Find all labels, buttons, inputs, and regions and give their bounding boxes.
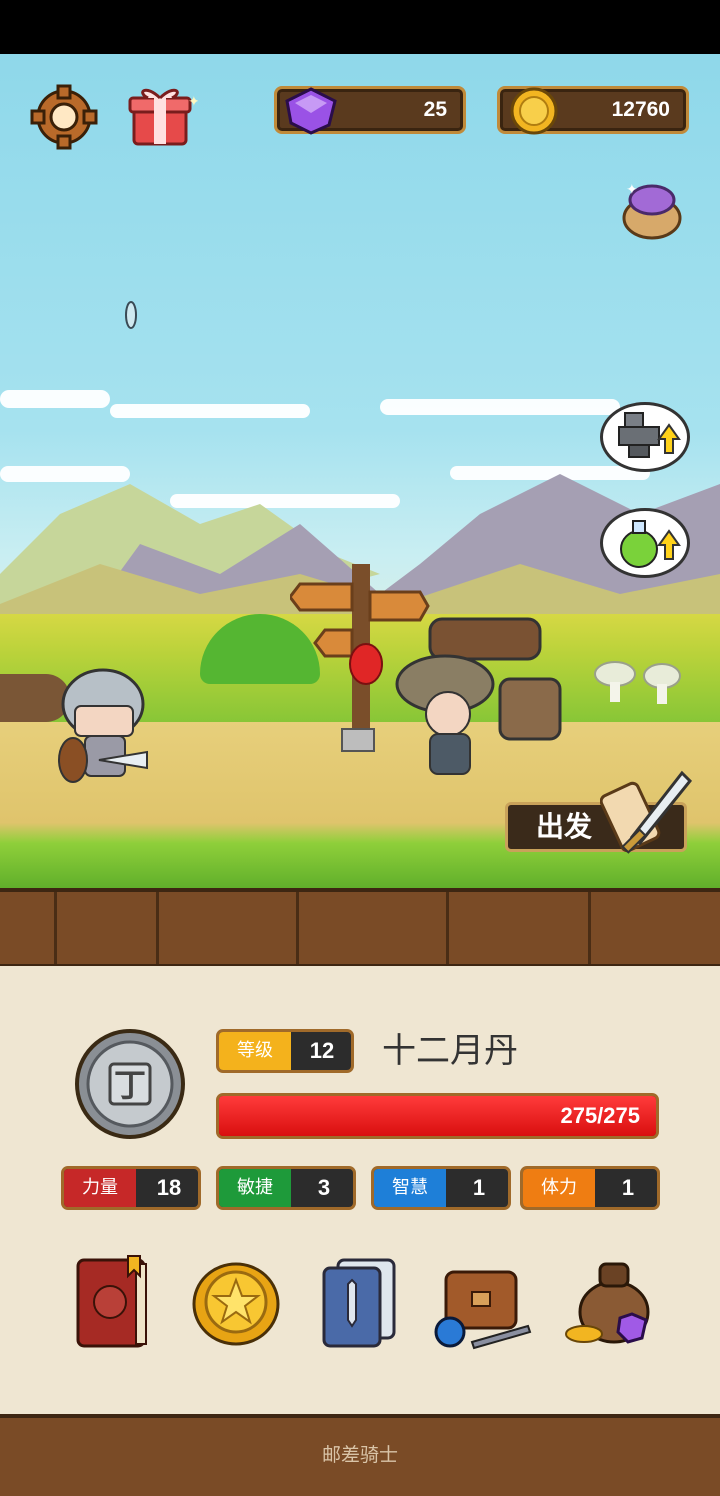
depart-button[interactable]: 出发 (505, 770, 693, 854)
knight-character (58, 668, 148, 783)
skill-cards-icon[interactable] (312, 1254, 408, 1350)
stat-value: 1 (472, 1175, 486, 1200)
feather-icon (125, 301, 137, 329)
depart-label: 出发 (536, 810, 593, 843)
stat-label: 敏捷 (219, 1169, 291, 1207)
gem-counter: 25 (274, 86, 466, 135)
stat-label: 力量 (64, 1169, 136, 1207)
stat-wisdom: 智慧 1 (371, 1166, 511, 1210)
potion-upgrade-button[interactable] (600, 508, 690, 578)
hp-text: 275/275 (560, 1103, 640, 1128)
class-emblem-icon[interactable]: 丁 (74, 1028, 186, 1140)
hp-bar: 275/275 (216, 1093, 659, 1139)
forge-upgrade-button[interactable] (600, 402, 690, 472)
magic-pouch-icon[interactable]: ✦ (622, 176, 686, 240)
stat-stamina: 体力 1 (520, 1166, 660, 1210)
svg-text:丁: 丁 (114, 1066, 146, 1104)
stat-label: 智慧 (374, 1169, 446, 1207)
gold-coin-icon (510, 87, 558, 135)
stat-value: 3 (317, 1175, 331, 1200)
stat-agility: 敏捷 3 (216, 1166, 356, 1210)
svg-text:✦: ✦ (188, 94, 198, 110)
cloud (380, 399, 620, 415)
cloud (0, 390, 110, 408)
merchant-character (395, 617, 562, 775)
gift-box-icon[interactable]: ✦ (126, 84, 200, 148)
cloud (110, 404, 310, 418)
stat-strength: 力量 18 (61, 1166, 201, 1210)
dirt-divider (0, 888, 720, 968)
potion-upgrade-icon (620, 520, 681, 568)
footer-title: 邮差骑士 (321, 1444, 398, 1466)
stat-value: 18 (156, 1175, 182, 1200)
journal-book-icon[interactable] (66, 1254, 162, 1350)
player-name: 十二月丹 (382, 1031, 518, 1071)
anvil-upgrade-icon (618, 412, 681, 458)
level-value: 12 (309, 1038, 335, 1063)
purple-gem-icon (285, 87, 337, 135)
inventory-bag-icon[interactable] (432, 1254, 532, 1350)
settings-gear-icon[interactable] (30, 84, 98, 150)
star-coin-icon[interactable] (188, 1254, 284, 1350)
level-badge: 等级 12 (216, 1029, 354, 1073)
level-label: 等级 (219, 1032, 291, 1070)
footer-bar: 邮差骑士 (0, 1414, 720, 1496)
coin-counter: 12760 (497, 86, 689, 135)
status-bar (0, 0, 720, 54)
gem-count: 25 (423, 98, 447, 121)
treasure-sack-icon[interactable] (560, 1254, 656, 1350)
stat-label: 体力 (523, 1169, 595, 1207)
sword-scroll-icon (600, 770, 693, 854)
stat-value: 1 (621, 1175, 635, 1200)
mushrooms (594, 661, 681, 704)
coin-count: 12760 (611, 98, 670, 121)
svg-text:✦: ✦ (626, 182, 638, 198)
